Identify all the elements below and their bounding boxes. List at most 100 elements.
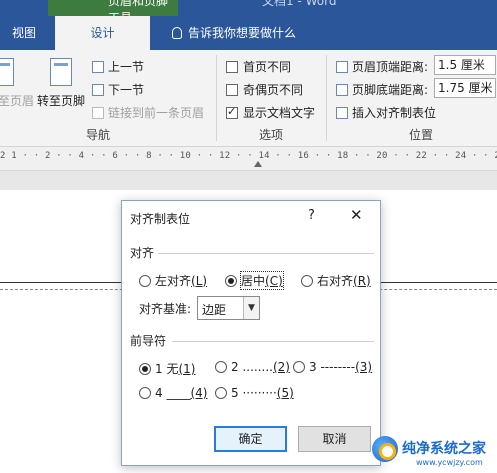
different-odd-even-option[interactable]: 奇偶页不同 [226, 81, 303, 98]
leader-dots-radio[interactable]: 2 ........ (2) [215, 360, 290, 374]
section-divider [172, 341, 374, 342]
show-document-text-checkbox[interactable] [226, 105, 238, 119]
header-position-icon [336, 61, 348, 73]
tab-view[interactable]: 视图 [0, 16, 48, 50]
document-title: 文档1 - Word [262, 0, 337, 8]
radio-dot-selected [139, 362, 151, 375]
ribbon-tabs: 视图 设计 告诉我你想要做什么 [0, 16, 497, 50]
align-center-radio[interactable]: 居中(C) [225, 271, 284, 290]
radio-dot [301, 274, 313, 287]
leader-underline-label: 4 ____ [155, 386, 191, 400]
tab-design[interactable]: 设计 [55, 16, 150, 50]
different-first-page-checkbox[interactable] [226, 61, 238, 73]
align-left-label: 左对齐 [155, 274, 192, 288]
alignment-tab-icon [336, 107, 348, 119]
watermark-text: 纯净系统之家 [402, 441, 486, 457]
leader-middot-radio[interactable]: 5 ········· (5) [215, 386, 294, 400]
leader-section-title: 前导符 [130, 334, 167, 348]
horizontal-ruler[interactable]: 2 1 · · 2 · · 4 · · 6 · · 8 · · 10 · · 1… [0, 147, 497, 171]
next-section-button[interactable]: 下一节 [92, 81, 144, 98]
link-icon [92, 107, 104, 119]
footer-from-bottom-text: 页脚底端距离: [352, 83, 429, 97]
cancel-button[interactable]: 取消 [298, 426, 371, 452]
align-relative-select[interactable]: 边距 ▼ [197, 296, 260, 320]
header-from-top-text: 页眉顶端距离: [352, 60, 429, 74]
center-tab-marker[interactable] [254, 161, 262, 167]
align-center-label: 居中 [241, 274, 266, 288]
previous-section-button[interactable]: 上一节 [92, 58, 144, 75]
leader-middot-key: (5) [276, 386, 294, 400]
lightbulb-icon [172, 27, 182, 39]
link-to-previous-button[interactable]: 链接到前一条页眉 [92, 104, 204, 121]
leader-none-label: 1 无 [155, 362, 179, 376]
header-from-top-label: 页眉顶端距离: [336, 58, 428, 75]
link-previous-label: 链接到前一条页眉 [108, 106, 205, 120]
show-document-text-label: 显示文档文字 [243, 106, 316, 120]
align-right-key: (R) [353, 273, 371, 288]
alignment-tab-dialog: 对齐制表位 ? ✕ 对齐 左对齐 (L) 居中(C) 右对齐 (R) 对齐基准: 边… [121, 200, 381, 466]
section-divider [158, 253, 374, 254]
radio-dot [139, 274, 151, 287]
leader-none-radio[interactable]: 1 无 (1) [139, 360, 195, 377]
goto-footer-icon [50, 58, 72, 86]
different-odd-even-checkbox[interactable] [226, 84, 238, 96]
ribbon-panel: 至页眉 转至页脚 上一节 下一节 链接到前一条页眉 导航 首页不同 奇偶页不同 … [0, 50, 497, 147]
leader-none-key: (1) [178, 361, 196, 376]
radio-dot [139, 387, 151, 399]
leader-dots-label: 2 ........ [231, 360, 273, 374]
leader-dots-key: (2) [272, 360, 290, 374]
show-document-text-option[interactable]: 显示文档文字 [226, 104, 315, 121]
title-bar: 页眉和页脚工具 文档1 - Word [0, 0, 497, 25]
group-separator [326, 55, 327, 141]
insert-alignment-tab-button[interactable]: 插入对齐制表位 [336, 104, 436, 121]
leader-underline-radio[interactable]: 4 ____ (4) [139, 386, 207, 400]
radio-dot [293, 361, 305, 373]
group-label-options: 选项 [259, 128, 284, 142]
previous-label: 上一节 [108, 60, 145, 74]
next-icon [92, 84, 104, 96]
ruler-ticks: 2 1 · · 2 · · 4 · · 6 · · 8 · · 10 · · 1… [0, 151, 497, 161]
different-odd-even-label: 奇偶页不同 [243, 83, 304, 97]
align-right-radio[interactable]: 右对齐 (R) [301, 272, 371, 289]
leader-middot-label: 5 ········· [231, 386, 277, 400]
leader-dashes-key: (3) [355, 360, 373, 374]
previous-icon [92, 61, 104, 73]
next-label: 下一节 [108, 83, 145, 97]
footer-from-bottom-label: 页脚底端距离: [336, 81, 428, 98]
goto-header-button[interactable]: 至页眉 [0, 92, 34, 109]
align-right-label: 右对齐 [317, 274, 354, 288]
leader-underline-key: (4) [190, 386, 208, 400]
insert-alignment-tab-label: 插入对齐制表位 [352, 106, 437, 120]
tell-me-search[interactable]: 告诉我你想要做什么 [160, 16, 308, 50]
alignment-section-title: 对齐 [130, 246, 155, 260]
leader-dashes-radio[interactable]: 3 -------- (3) [293, 360, 372, 374]
align-left-radio[interactable]: 左对齐 (L) [139, 272, 207, 289]
group-label-position: 位置 [409, 128, 434, 142]
goto-header-icon [0, 58, 14, 86]
align-relative-label: 对齐基准: [139, 302, 192, 316]
header-from-top-input[interactable]: 1.5 厘米 [434, 55, 496, 75]
radio-dot-selected [225, 274, 237, 287]
tell-me-label: 告诉我你想要做什么 [188, 26, 297, 40]
align-left-key: (L) [191, 273, 208, 288]
footer-position-icon [336, 84, 348, 96]
close-button[interactable]: ✕ [350, 206, 363, 224]
align-center-key: (C) [265, 274, 283, 288]
goto-footer-button[interactable]: 转至页脚 [37, 92, 85, 109]
radio-dot [215, 361, 227, 373]
different-first-page-option[interactable]: 首页不同 [226, 58, 291, 75]
leader-dashes-label: 3 -------- [309, 360, 356, 374]
watermark-logo-icon [372, 436, 398, 462]
watermark: 纯净系统之家 www.ycwjzy.com [370, 432, 497, 473]
chevron-down-icon[interactable]: ▼ [243, 297, 259, 319]
ok-button[interactable]: 确定 [214, 426, 287, 452]
different-first-page-label: 首页不同 [243, 60, 292, 74]
group-separator [216, 55, 217, 141]
watermark-url: www.ycwjzy.com [416, 458, 483, 467]
dialog-title: 对齐制表位 [130, 212, 191, 226]
help-button[interactable]: ? [308, 208, 315, 223]
group-label-navigation: 导航 [86, 128, 111, 142]
radio-dot [215, 387, 227, 399]
footer-from-bottom-input[interactable]: 1.75 厘米 [434, 78, 496, 98]
align-center-label-group: 居中(C) [240, 271, 284, 290]
